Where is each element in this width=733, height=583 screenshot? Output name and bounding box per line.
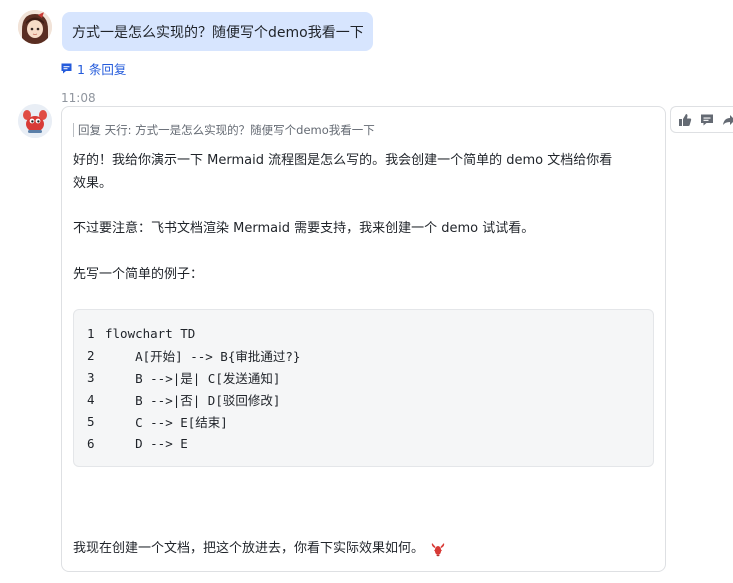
paragraph-intro-line-1: 好的！我给你演示一下 Mermaid 流程图是怎么写的。我会创建一个简单的 de… (73, 153, 613, 168)
code-line: 5 C --> E[结束] (74, 410, 653, 432)
code-line: 6 D --> E (74, 432, 653, 454)
bot-avatar[interactable] (18, 104, 52, 138)
code-text: A[开始] --> B{审批通过?} (105, 348, 301, 364)
forward-button[interactable] (722, 112, 733, 128)
thumbs-up-icon (679, 113, 692, 126)
code-text: C --> E[结束] (105, 414, 228, 430)
paragraph-example-intro: 先写一个简单的例子： (73, 267, 204, 282)
code-text: B -->|否| D[驳回修改] (105, 392, 281, 408)
line-number: 4 (87, 391, 95, 407)
line-number: 2 (87, 347, 95, 363)
reply-count-label: 1 条回复 (77, 61, 127, 77)
code-text: B -->|是| C[发送通知] (105, 370, 281, 386)
code-line: 3 B -->|是| C[发送通知] (74, 366, 653, 388)
message-timestamp: 11:08 (61, 91, 96, 105)
line-number: 5 (87, 413, 95, 429)
user-avatar[interactable] (18, 10, 52, 44)
forward-icon (723, 114, 733, 125)
paragraph-intro-line-2: 效果。 (73, 176, 113, 191)
reply-button[interactable] (700, 112, 714, 128)
code-line: 4 B -->|否| D[驳回修改] (74, 388, 653, 410)
like-button[interactable] (678, 112, 692, 128)
thread-replies-link[interactable]: 1 条回复 (60, 59, 126, 77)
lobster-icon (431, 543, 445, 557)
code-line: 1 flowchart TD (74, 322, 653, 344)
closing-text: 我现在创建一个文档，把这个放进去，你看下实际效果如何。 (73, 541, 425, 556)
line-number: 3 (87, 369, 95, 385)
comment-icon (61, 63, 72, 73)
bot-message-card: 回复 天行: 方式一是怎么实现的？随便写个demo我看一下 好的！我给你演示一下… (61, 106, 666, 572)
line-number: 1 (87, 325, 95, 341)
user-message-bubble[interactable]: 方式一是怎么实现的？随便写个demo我看一下 (62, 12, 373, 51)
paragraph-note: 不过要注意：飞书文档渲染 Mermaid 需要支持，我来创建一个 demo 试试… (73, 221, 535, 236)
code-block[interactable]: 1 flowchart TD 2 A[开始] --> B{审批通过?} 3 B … (73, 309, 654, 467)
code-line: 2 A[开始] --> B{审批通过?} (74, 344, 653, 366)
user-message-text: 方式一是怎么实现的？随便写个demo我看一下 (72, 24, 364, 41)
code-text: D --> E (105, 435, 188, 451)
comment-icon (701, 114, 713, 125)
paragraph-closing: 我现在创建一个文档，把这个放进去，你看下实际效果如何。 (73, 537, 446, 561)
code-text: flowchart TD (105, 325, 196, 341)
reply-quote[interactable]: 回复 天行: 方式一是怎么实现的？随便写个demo我看一下 (73, 123, 375, 137)
line-number: 6 (87, 435, 95, 451)
message-actions-toolbar (670, 106, 733, 133)
